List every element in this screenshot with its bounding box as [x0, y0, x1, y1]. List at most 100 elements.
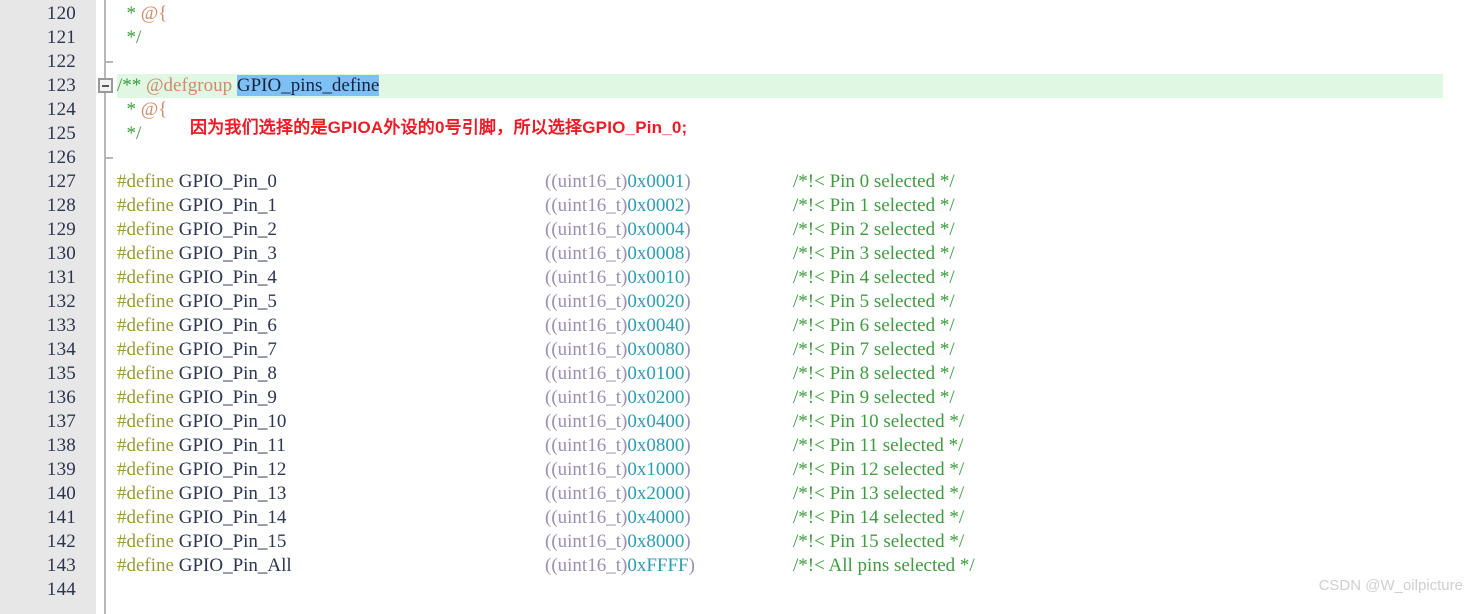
code-line[interactable]	[117, 578, 1473, 602]
define-name-column: #define GPIO_Pin_All	[117, 554, 545, 578]
line-number: 138	[46, 435, 76, 456]
code-line[interactable]: #define GPIO_Pin_7 ((uint16_t)0x0080)/*!<…	[117, 338, 1473, 362]
cast-close-token: )	[684, 315, 691, 336]
line-comment-token: /*!< Pin 9 selected */	[793, 387, 955, 408]
cast-token: ((uint16_t)	[545, 507, 628, 528]
preprocessor-token: #define	[117, 387, 174, 408]
hex-value-token: 0x0080	[627, 339, 685, 360]
selected-text: GPIO_pins_define	[236, 75, 380, 96]
preprocessor-token: #define	[117, 171, 174, 192]
cast-close-token: )	[684, 411, 691, 432]
hex-value-token: 0x1000	[627, 459, 685, 480]
macro-name-token: GPIO_Pin_1	[178, 195, 277, 216]
hex-value-token: 0x0100	[627, 363, 685, 384]
code-line[interactable]: #define GPIO_Pin_3 ((uint16_t)0x0008)/*!<…	[117, 242, 1473, 266]
line-comment-token: /*!< Pin 0 selected */	[793, 171, 955, 192]
code-line[interactable]: #define GPIO_Pin_15 ((uint16_t)0x8000)/*!…	[117, 530, 1473, 554]
cast-token: ((uint16_t)	[545, 435, 628, 456]
comment-token: */	[117, 27, 142, 48]
code-text-area[interactable]: * @{ */ /** @defgroup GPIO_pins_define * …	[117, 0, 1473, 614]
comment-token: */	[117, 123, 142, 144]
code-line[interactable]: #define GPIO_Pin_2 ((uint16_t)0x0004)/*!<…	[117, 218, 1473, 242]
hex-value-token: 0x0010	[627, 267, 685, 288]
code-line[interactable]: #define GPIO_Pin_12 ((uint16_t)0x1000)/*!…	[117, 458, 1473, 482]
hex-value-token: 0x0001	[627, 171, 685, 192]
code-line[interactable]: * @{	[117, 2, 1473, 26]
line-number: 131	[46, 267, 76, 288]
line-number: 133	[46, 315, 76, 336]
fold-tick-icon	[104, 61, 113, 63]
cast-close-token: )	[684, 435, 691, 456]
hex-value-token: 0x0200	[627, 387, 685, 408]
line-number: 136	[46, 387, 76, 408]
cast-token: ((uint16_t)	[545, 267, 628, 288]
line-number: 126	[46, 147, 76, 168]
macro-name-token: GPIO_Pin_All	[178, 555, 292, 576]
code-line[interactable]: #define GPIO_Pin_0 ((uint16_t)0x0001)/*!<…	[117, 170, 1473, 194]
macro-name-token: GPIO_Pin_3	[178, 243, 277, 264]
code-line[interactable]: #define GPIO_Pin_13 ((uint16_t)0x2000)/*!…	[117, 482, 1473, 506]
macro-name-token: GPIO_Pin_11	[178, 435, 286, 456]
code-line[interactable]: #define GPIO_Pin_6 ((uint16_t)0x0040)/*!<…	[117, 314, 1473, 338]
code-line[interactable]: */	[117, 26, 1473, 50]
code-line[interactable]: #define GPIO_Pin_4 ((uint16_t)0x0010)/*!<…	[117, 266, 1473, 290]
fold-tick-icon	[104, 157, 113, 159]
preprocessor-token: #define	[117, 195, 174, 216]
csdn-watermark: CSDN @W_oilpicture	[1318, 577, 1463, 594]
doc-tag-token: @{	[140, 99, 168, 120]
define-value-column: ((uint16_t)0x0400)	[545, 410, 793, 434]
code-folding-column[interactable]	[96, 0, 117, 614]
define-name-column: #define GPIO_Pin_1	[117, 194, 545, 218]
code-line[interactable]: #define GPIO_Pin_14 ((uint16_t)0x4000)/*!…	[117, 506, 1473, 530]
code-line[interactable]: #define GPIO_Pin_11 ((uint16_t)0x0800)/*!…	[117, 434, 1473, 458]
line-number: 127	[46, 171, 76, 192]
line-number: 121	[46, 27, 76, 48]
comment-open-token: /**	[117, 75, 147, 96]
line-number: 134	[46, 339, 76, 360]
line-number: 129	[46, 219, 76, 240]
macro-name-token: GPIO_Pin_15	[178, 531, 287, 552]
code-line[interactable]	[117, 50, 1473, 74]
define-value-column: ((uint16_t)0xFFFF)	[545, 554, 793, 578]
code-line[interactable]	[117, 146, 1473, 170]
code-editor: 120 121 122 123 124 125 126 127 128 129 130 131 132 1…	[0, 0, 1473, 614]
define-name-column: #define GPIO_Pin_10	[117, 410, 545, 434]
fold-collapse-icon[interactable]	[98, 78, 113, 93]
define-value-column: ((uint16_t)0x0800)	[545, 434, 793, 458]
macro-name-token: GPIO_Pin_12	[178, 459, 287, 480]
cast-close-token: )	[684, 219, 691, 240]
code-line[interactable]: /** @defgroup GPIO_pins_define	[117, 74, 1473, 98]
cast-close-token: )	[684, 339, 691, 360]
macro-name-token: GPIO_Pin_0	[178, 171, 277, 192]
line-comment-token: /*!< Pin 14 selected */	[793, 507, 965, 528]
code-line[interactable]: #define GPIO_Pin_10 ((uint16_t)0x0400)/*!…	[117, 410, 1473, 434]
define-value-column: ((uint16_t)0x0020)	[545, 290, 793, 314]
macro-name-token: GPIO_Pin_13	[178, 483, 287, 504]
comment-token: *	[117, 99, 141, 120]
line-comment-token: /*!< Pin 13 selected */	[793, 483, 965, 504]
code-line[interactable]: #define GPIO_Pin_1 ((uint16_t)0x0002)/*!<…	[117, 194, 1473, 218]
hex-value-token: 0x2000	[627, 483, 685, 504]
hex-value-token: 0x4000	[627, 507, 685, 528]
macro-name-token: GPIO_Pin_9	[178, 387, 277, 408]
cast-close-token: )	[684, 459, 691, 480]
line-comment-token: /*!< Pin 8 selected */	[793, 363, 955, 384]
cast-close-token: )	[684, 531, 691, 552]
hex-value-token: 0x8000	[627, 531, 685, 552]
code-line[interactable]: #define GPIO_Pin_8 ((uint16_t)0x0100)/*!<…	[117, 362, 1473, 386]
line-comment-token: /*!< Pin 12 selected */	[793, 459, 965, 480]
preprocessor-token: #define	[117, 363, 174, 384]
cast-token: ((uint16_t)	[545, 363, 628, 384]
code-line[interactable]: #define GPIO_Pin_9 ((uint16_t)0x0200)/*!<…	[117, 386, 1473, 410]
line-comment-token: /*!< Pin 2 selected */	[793, 219, 955, 240]
hex-value-token: 0x0040	[627, 315, 685, 336]
line-comment-token: /*!< Pin 7 selected */	[793, 339, 955, 360]
define-value-column: ((uint16_t)0x0008)	[545, 242, 793, 266]
hex-value-token: 0x0002	[627, 195, 685, 216]
code-line[interactable]: #define GPIO_Pin_5 ((uint16_t)0x0020)/*!<…	[117, 290, 1473, 314]
preprocessor-token: #define	[117, 219, 174, 240]
line-comment-token: /*!< Pin 1 selected */	[793, 195, 955, 216]
macro-name-token: GPIO_Pin_5	[178, 291, 277, 312]
cast-token: ((uint16_t)	[545, 171, 628, 192]
code-line[interactable]: #define GPIO_Pin_All ((uint16_t)0xFFFF)/*…	[117, 554, 1473, 578]
